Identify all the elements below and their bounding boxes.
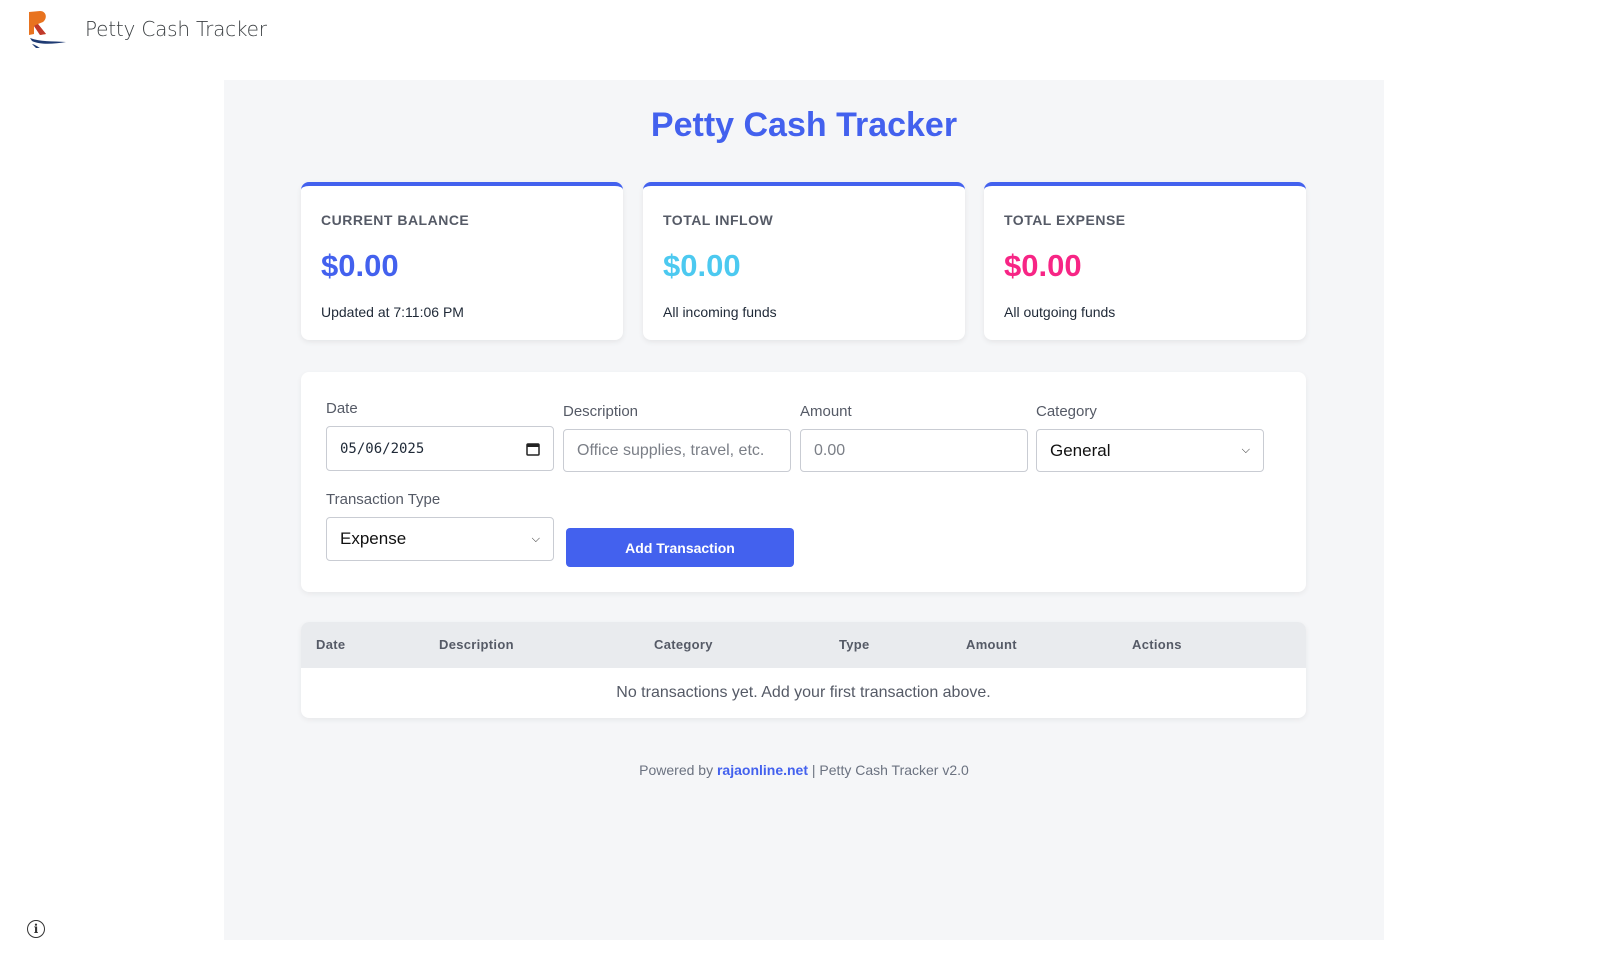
card-label: TOTAL INFLOW <box>663 212 774 228</box>
transactions-table: Date Description Category Type Amount Ac… <box>301 622 1306 718</box>
column-header-category: Category <box>654 637 713 652</box>
footer-suffix: | Petty Cash Tracker v2.0 <box>811 762 969 778</box>
brand-logo[interactable] <box>26 8 68 48</box>
table-header: Date Description Category Type Amount Ac… <box>301 622 1306 668</box>
date-value: 05/06/2025 <box>340 440 425 457</box>
chevron-down-icon: ⌵ <box>531 532 540 545</box>
column-header-description: Description <box>439 637 514 652</box>
info-icon[interactable]: i <box>27 920 45 938</box>
category-label: Category <box>1036 403 1097 420</box>
total-expense-card: TOTAL EXPENSE $0.00 All outgoing funds <box>984 182 1306 340</box>
card-subtext: Updated at 7:11:06 PM <box>321 304 464 320</box>
transaction-form: Date 05/06/2025 Description Office suppl… <box>301 372 1306 592</box>
category-select[interactable]: General ⌵ <box>1036 429 1264 472</box>
card-value: $0.00 <box>663 248 741 283</box>
current-balance-card: CURRENT BALANCE $0.00 Updated at 7:11:06… <box>301 182 623 340</box>
top-bar: Petty Cash Tracker <box>0 0 1600 60</box>
transaction-type-label: Transaction Type <box>326 491 441 508</box>
footer-prefix: Powered by <box>639 762 714 778</box>
card-value: $0.00 <box>321 248 399 283</box>
amount-input[interactable]: 0.00 <box>800 429 1028 472</box>
app-panel: Petty Cash Tracker CURRENT BALANCE $0.00… <box>224 80 1384 940</box>
card-subtext: All outgoing funds <box>1004 304 1116 320</box>
card-label: TOTAL EXPENSE <box>1004 212 1126 228</box>
column-header-actions: Actions <box>1132 637 1182 652</box>
empty-state-message: No transactions yet. Add your first tran… <box>616 684 991 701</box>
transaction-type-select[interactable]: Expense ⌵ <box>326 517 554 561</box>
column-header-type: Type <box>839 637 870 652</box>
category-selected: General <box>1050 440 1111 460</box>
date-input[interactable]: 05/06/2025 <box>326 426 554 471</box>
site-title: Petty Cash Tracker <box>85 17 267 41</box>
column-header-date: Date <box>316 637 346 652</box>
date-label: Date <box>326 400 358 417</box>
add-transaction-button[interactable]: Add Transaction <box>566 528 794 567</box>
description-input[interactable]: Office supplies, travel, etc. <box>563 429 791 472</box>
card-subtext: All incoming funds <box>663 304 777 320</box>
total-inflow-card: TOTAL INFLOW $0.00 All incoming funds <box>643 182 965 340</box>
footer: Powered by rajaonline.net | Petty Cash T… <box>224 762 1384 778</box>
amount-label: Amount <box>800 403 852 420</box>
transaction-type-selected: Expense <box>340 529 407 548</box>
card-value: $0.00 <box>1004 248 1082 283</box>
page-title: Petty Cash Tracker <box>650 106 958 144</box>
card-label: CURRENT BALANCE <box>321 212 470 228</box>
amount-placeholder: 0.00 <box>814 441 846 459</box>
calendar-icon[interactable] <box>526 442 540 456</box>
description-placeholder: Office supplies, travel, etc. <box>577 441 765 459</box>
description-label: Description <box>563 403 639 420</box>
column-header-amount: Amount <box>966 637 1017 652</box>
footer-link[interactable]: rajaonline.net <box>717 762 808 778</box>
chevron-down-icon: ⌵ <box>1241 444 1250 456</box>
